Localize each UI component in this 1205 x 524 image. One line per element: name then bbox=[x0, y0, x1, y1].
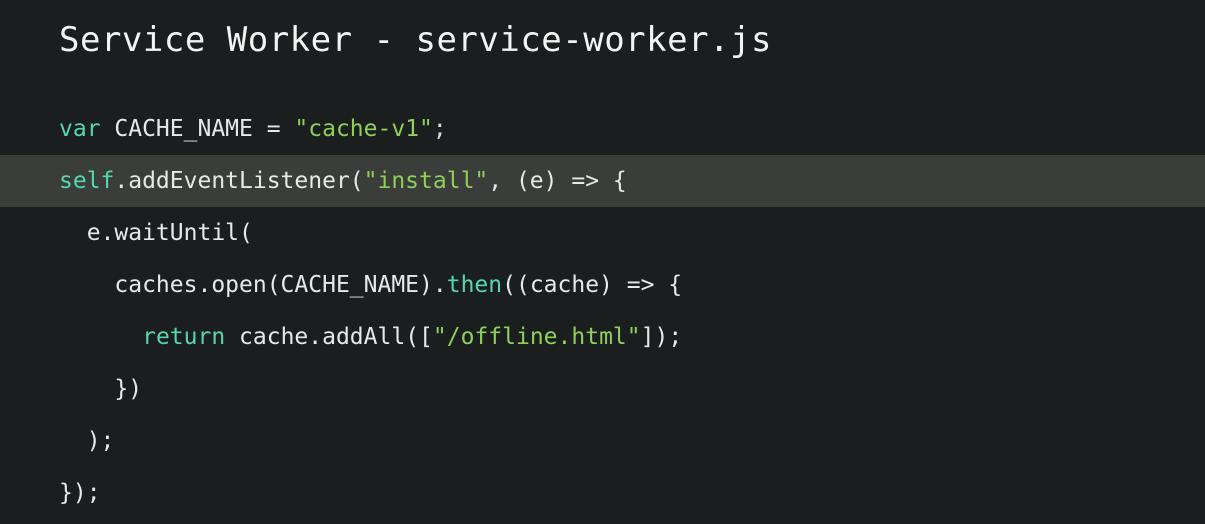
page-title: Service Worker - service-worker.js bbox=[59, 20, 772, 60]
code-token: return bbox=[142, 324, 226, 350]
code-line[interactable]: }); bbox=[0, 467, 1205, 519]
code-line[interactable]: caches.open(CACHE_NAME).then((cache) => … bbox=[0, 259, 1205, 311]
code-token: "install" bbox=[363, 168, 489, 194]
code-token: ]); bbox=[640, 324, 683, 350]
code-line[interactable]: ); bbox=[0, 415, 1205, 467]
code-token: "/offline.html" bbox=[432, 324, 641, 350]
code-token: ((cache) => { bbox=[502, 272, 683, 298]
code-snippet-screen: Service Worker - service-worker.js var C… bbox=[0, 0, 1205, 524]
code-block[interactable]: var CACHE_NAME = "cache-v1"; self.addEven… bbox=[0, 103, 1205, 519]
code-token: e.waitUntil( bbox=[59, 220, 253, 246]
code-line[interactable]: }) bbox=[0, 363, 1205, 415]
code-token: }); bbox=[59, 480, 101, 506]
code-line[interactable]: return cache.addAll(["/offline.html"]); bbox=[0, 311, 1205, 363]
code-token: CACHE_NAME = bbox=[100, 116, 295, 142]
code-line-highlighted[interactable]: self.addEventListener("install", (e) => … bbox=[0, 155, 1205, 207]
code-token: .addEventListener( bbox=[114, 168, 364, 194]
code-token: ); bbox=[59, 428, 115, 454]
code-token: ; bbox=[432, 116, 447, 142]
code-token: self bbox=[59, 168, 115, 194]
code-token: cache.addAll([ bbox=[225, 324, 433, 350]
code-token: then bbox=[446, 272, 503, 298]
code-token: , (e) => { bbox=[488, 168, 627, 194]
code-token: var bbox=[59, 116, 101, 142]
code-token: "cache-v1" bbox=[294, 116, 433, 142]
code-token: }) bbox=[59, 376, 143, 402]
code-token: caches.open(CACHE_NAME). bbox=[59, 272, 447, 298]
code-line[interactable]: e.waitUntil( bbox=[0, 207, 1205, 259]
code-line[interactable]: var CACHE_NAME = "cache-v1"; bbox=[0, 103, 1205, 155]
